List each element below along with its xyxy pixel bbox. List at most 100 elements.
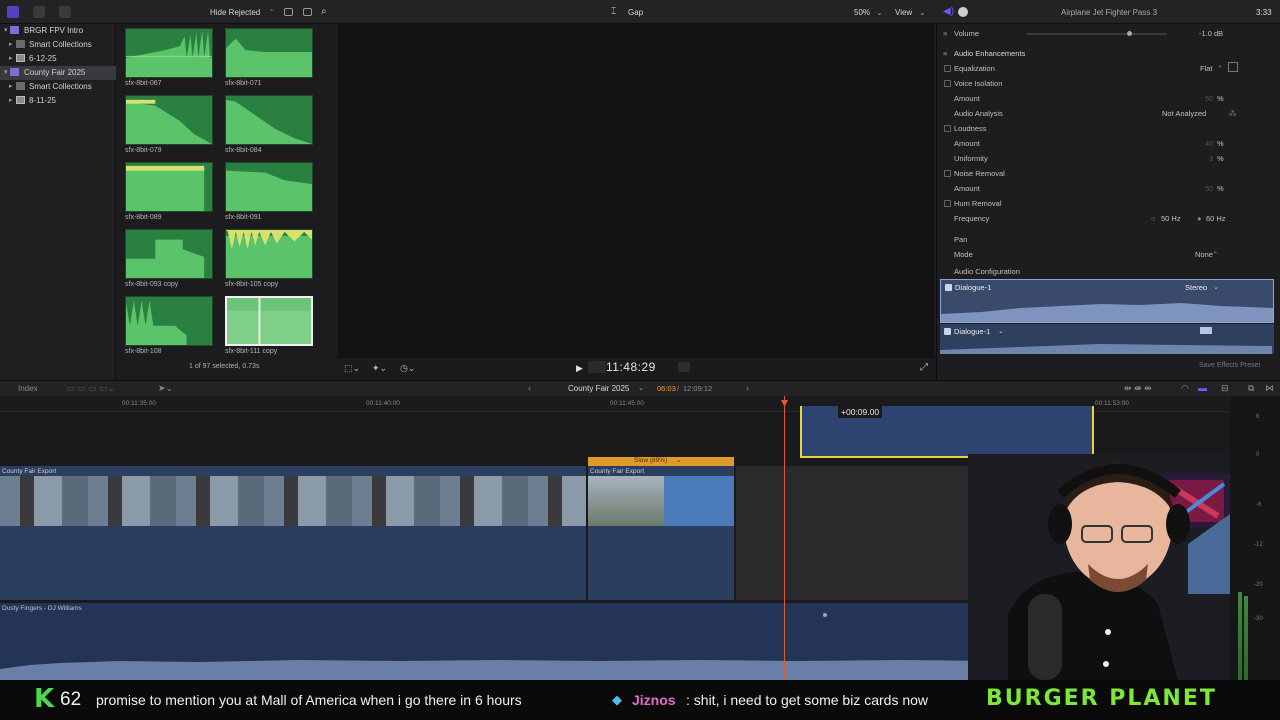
disclosure-triangle-icon[interactable]: ▾ [4,68,8,76]
burger-planet-logo: BURGER PLANET [986,686,1217,711]
search-icon[interactable]: ⌕ [321,6,327,17]
component-waveform [940,344,1272,354]
audio-skimming-icon[interactable]: ◠ [1181,383,1189,394]
effects-browser-icon[interactable]: ⧉ [1248,383,1254,394]
cube-icon: ◆ [612,692,622,707]
component-checkbox[interactable] [944,328,951,335]
clip-thumbnail [125,95,213,145]
audio-inspector-icon[interactable]: ◀) [943,6,954,17]
ruler-tick: 00:11:40:00 [366,400,400,407]
filmstrip-list-icon[interactable] [303,8,312,16]
browser-clip[interactable]: sfx-8bit-067 [125,28,215,87]
disclosure-triangle-icon[interactable]: ▸ [9,82,13,90]
keyframe-marker[interactable] [823,613,827,617]
browser-clip[interactable]: sfx-8bit-093 copy [125,229,215,288]
titles-generators-icon[interactable] [59,6,71,18]
volume-slider[interactable] [1027,33,1167,35]
magic-wand-icon[interactable]: ⁂ [1229,109,1237,118]
audio-meter-mini [678,362,690,372]
timecode-prefix [588,361,606,373]
speed-icon[interactable]: ◷⌄ [400,363,415,374]
browser-clip[interactable]: sfx-8bit-091 [225,162,315,221]
gap-clip-icon: ⌶ [611,6,617,16]
playhead-line[interactable] [784,396,785,680]
radio-icon[interactable]: ○ [1151,214,1156,223]
browser-clip[interactable]: sfx-8bit-079 [125,95,215,154]
volume-slider-knob[interactable] [1127,31,1132,36]
timeline-total: 12:09:12 [683,384,713,393]
chat-username: Jiznos [632,692,676,708]
info-inspector-icon[interactable] [958,7,968,17]
library-item[interactable]: ▸ Smart Collections [0,80,116,94]
hum-removal-checkbox[interactable] [944,200,951,207]
browser-clip-selected[interactable]: sfx-8bit-111 copy [225,296,315,355]
clip-skimming-icons[interactable]: ⇹ ⇼ ⇹ [1124,383,1152,394]
disclosure-triangle-icon[interactable]: ▾ [4,26,8,34]
viewer[interactable] [338,24,934,380]
zoom-menu[interactable]: 50% [854,8,870,17]
clip-name: sfx-8bit-089 [125,214,162,221]
clip-name: sfx-8bit-084 [225,147,262,154]
chevron-down-icon: ⌄ [638,385,644,392]
noise-removal-checkbox[interactable] [944,170,951,177]
eq-graph-icon[interactable] [1228,62,1238,72]
viewer-clip-name: Gap [628,8,644,17]
radio-icon[interactable]: ● [1197,214,1202,223]
libraries-icon[interactable] [7,6,19,18]
project-name[interactable]: County Fair 2025 [568,384,629,393]
select-tool-icon[interactable]: ➤⌄ [158,383,173,394]
index-button[interactable]: Index [18,384,38,393]
voice-isolation-amount-row: Amount 50 % [954,94,1224,103]
channel-badge [1200,327,1212,334]
clip-appearance-icon[interactable]: ⊟ [1221,383,1229,394]
audio-enhancements-header[interactable]: ≡ Audio Enhancements [937,46,1280,61]
audio-configuration-header[interactable]: Audio Configuration [937,264,1280,279]
append-edit-icons[interactable]: ▭ ▭ ▭ ▭⌄ [66,383,115,394]
clip-name: County Fair Export [590,468,645,475]
browser-clip[interactable]: sfx-8bit-071 [225,28,315,87]
disclosure-triangle-icon[interactable]: ▸ [9,96,13,104]
transitions-icon[interactable]: ⋈ [1265,383,1274,394]
equalization-menu[interactable]: Flat [1200,64,1213,73]
pan-header[interactable]: Pan [937,232,1280,247]
viewer-timecode: 11:48:29 [606,360,656,374]
browser-clip[interactable]: sfx-8bit-089 [125,162,215,221]
frequency-row: Frequency ○ 50 Hz ● 60 Hz [954,214,1226,223]
view-menu[interactable]: View [895,8,912,17]
primary-clip[interactable]: County Fair Export [0,466,586,600]
browser-clip[interactable]: sfx-8bit-108 [125,296,215,355]
photos-audio-icon[interactable] [33,6,45,18]
library-item[interactable]: ▸ 8-11-25 [0,94,116,108]
component-checkbox[interactable] [945,284,952,291]
enhance-icon[interactable]: ✦⌄ [372,363,387,374]
browser-clip[interactable]: sfx-8bit-105 copy [225,229,315,288]
channel-config-menu[interactable]: Stereo [1185,283,1207,292]
browser-clip[interactable]: sfx-8bit-084 [225,95,315,154]
disclosure-triangle-icon[interactable]: ▸ [9,40,13,48]
clip-filmstrip [0,476,586,526]
hide-rejected-menu[interactable]: Hide Rejected [210,8,260,17]
snapping-icon[interactable]: ▬ [1198,383,1207,393]
disclosure-triangle-icon[interactable]: ▸ [9,54,13,62]
play-icon[interactable]: ▶ [576,363,583,374]
library-item[interactable]: ▾ BRGR FPV Intro [0,24,116,38]
audio-component-1[interactable]: Dialogue-1 Stereo ⌄ [940,279,1274,323]
library-item[interactable]: ▸ Smart Collections [0,38,116,52]
chat-message: promise to mention you at Mall of Americ… [96,692,522,708]
equalization-checkbox[interactable] [944,65,951,72]
library-item[interactable]: ▸ 6-12-25 [0,52,116,66]
audio-component-2[interactable]: Dialogue-1 ⌄ [940,324,1274,354]
library-item[interactable]: ▾ County Fair 2025 [0,66,116,80]
forward-arrow-icon[interactable]: › [746,383,749,393]
transform-icon[interactable]: ⬚⌄ [344,363,360,374]
clip-appearance-icon[interactable] [284,8,293,16]
retime-speed-bar[interactable]: Slow (89%) ⌄ [588,457,734,466]
save-effects-preset-button[interactable]: Save Effects Preset [1199,362,1260,369]
fullscreen-icon[interactable]: ⤢ [920,362,928,373]
primary-clip[interactable]: County Fair Export [588,466,734,600]
back-arrow-icon[interactable]: ‹ [528,383,531,393]
voice-isolation-checkbox[interactable] [944,80,951,87]
loudness-checkbox[interactable] [944,125,951,132]
pan-mode-menu[interactable]: None [1195,250,1213,259]
volume-row: ≡ Volume -1.0 dB [943,29,1224,38]
